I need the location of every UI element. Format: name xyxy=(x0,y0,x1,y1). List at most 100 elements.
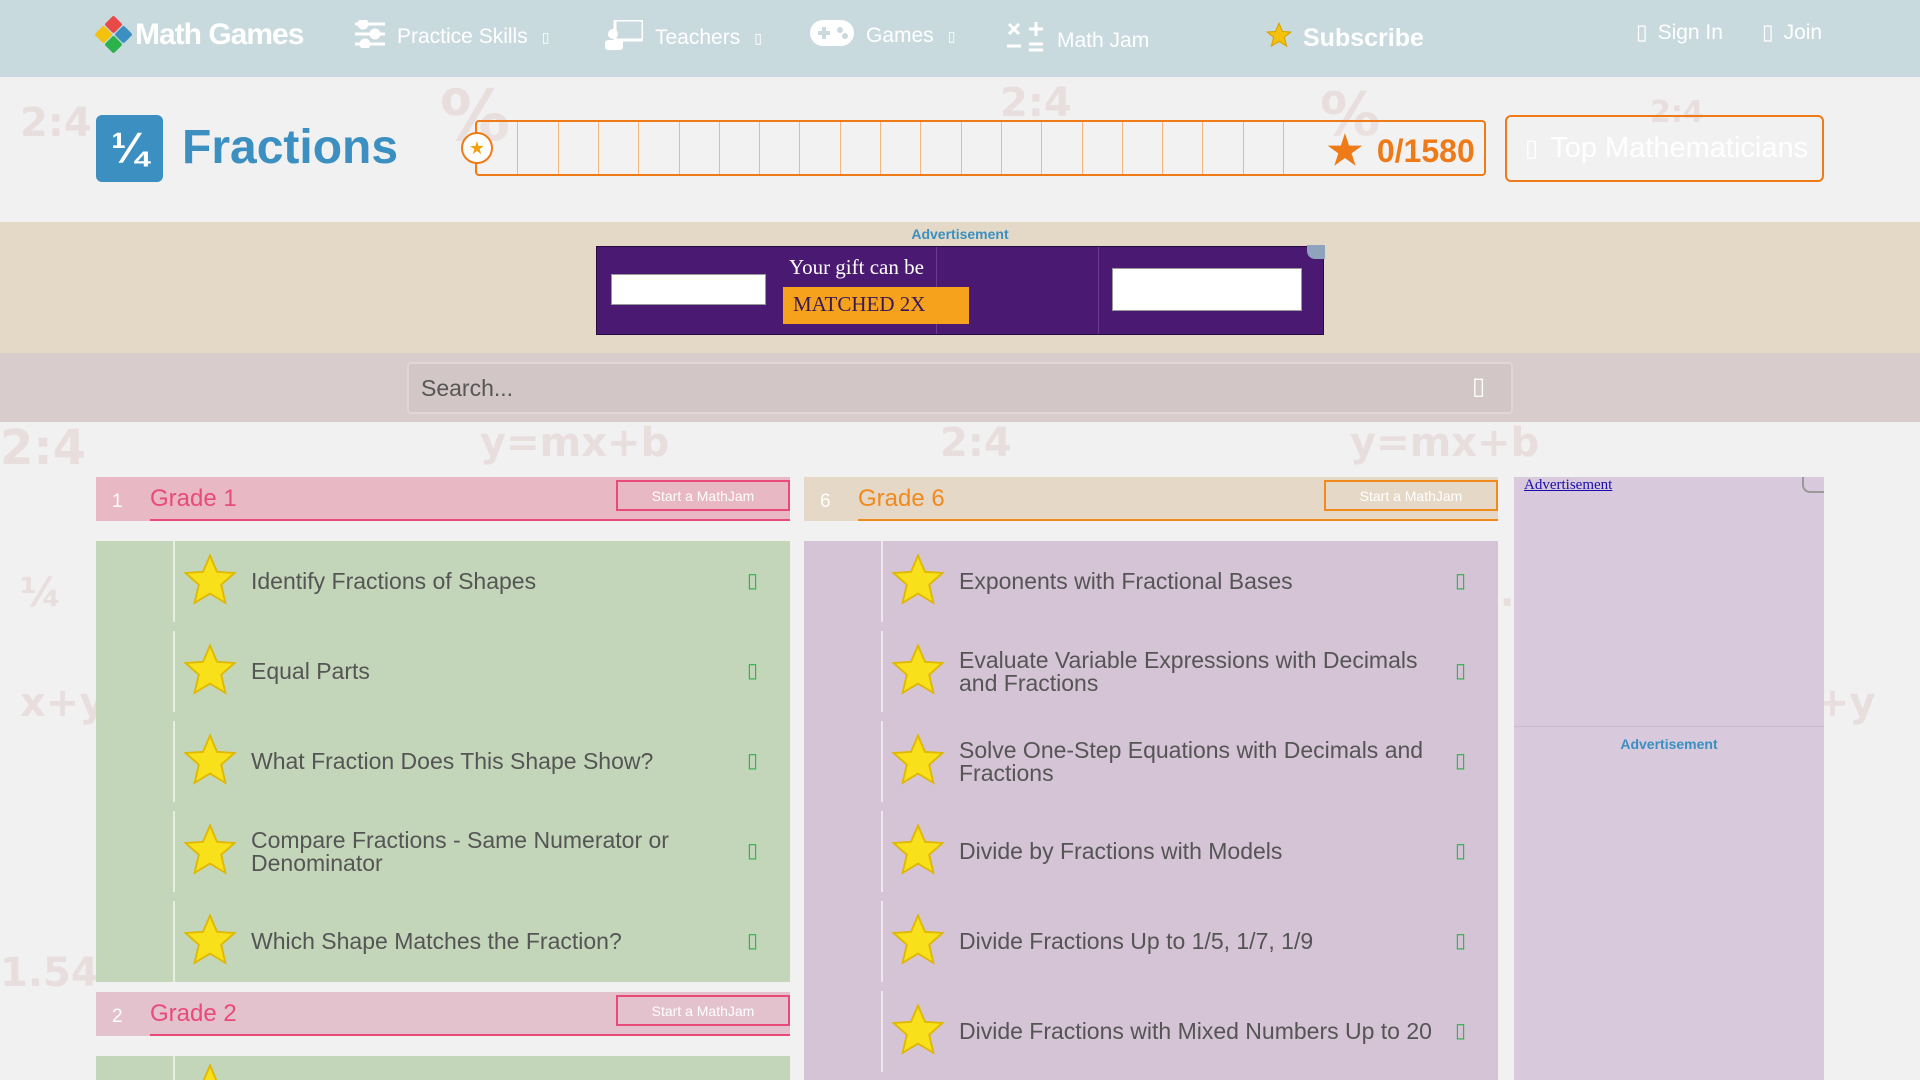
progress-segment xyxy=(1202,122,1204,174)
grade-underline xyxy=(150,1034,790,1036)
nav-teachers[interactable]: Teachers ▯ xyxy=(605,18,762,56)
score-star-icon: ★ xyxy=(1327,129,1363,173)
list-item[interactable]: Solve One-Step Equations with Decimals a… xyxy=(804,721,1498,802)
list-item[interactable]: Equal Parts ▯ xyxy=(96,631,790,712)
progress-segment xyxy=(597,122,599,174)
sign-in-label: Sign In xyxy=(1657,20,1723,44)
nav-math-jam[interactable]: Math Jam xyxy=(1005,20,1149,62)
ad-image xyxy=(611,274,766,305)
ad-text-line2: MATCHED 2X xyxy=(783,287,969,324)
skill-list xyxy=(96,1056,790,1080)
skill-name[interactable]: Compare Fractions - Same Numerator or De… xyxy=(251,829,711,875)
sign-in-link[interactable]: ▯ Sign In xyxy=(1636,20,1723,45)
list-item[interactable]: Exponents with Fractional Bases ▯ xyxy=(804,541,1498,622)
grade-underline xyxy=(150,519,790,521)
subscribe-label: Subscribe xyxy=(1303,24,1424,52)
start-mathjam-button[interactable]: Start a MathJam xyxy=(616,995,790,1026)
skill-name[interactable]: Evaluate Variable Expressions with Decim… xyxy=(959,649,1439,695)
list-item[interactable]: Divide Fractions with Mixed Numbers Up t… xyxy=(804,991,1498,1072)
skill-name[interactable]: Divide Fractions Up to 1/5, 1/7, 1/9 xyxy=(959,930,1313,953)
logo-text: Math Games xyxy=(135,18,304,51)
grade-header: 2 Grade 2 Start a MathJam xyxy=(96,992,790,1036)
list-item[interactable]: Which Shape Matches the Fraction? ▯ xyxy=(96,901,790,982)
ad-banner[interactable]: Your gift can be MATCHED 2X xyxy=(596,245,1325,335)
progress-star-icon: ★ xyxy=(461,132,493,164)
check-icon: ▯ xyxy=(747,660,759,682)
join-link[interactable]: ▯ Join xyxy=(1762,20,1822,45)
list-item[interactable]: Evaluate Variable Expressions with Decim… xyxy=(804,631,1498,712)
row-divider xyxy=(173,721,175,802)
skill-name[interactable]: Equal Parts xyxy=(251,660,370,683)
skill-name[interactable]: Divide by Fractions with Models xyxy=(959,840,1282,863)
row-divider xyxy=(173,811,175,892)
sidebar-ad[interactable]: Advertisement Advertisement xyxy=(1514,477,1824,1080)
skill-name[interactable]: Identify Fractions of Shapes xyxy=(251,570,536,593)
ad-close-icon[interactable] xyxy=(1307,245,1325,259)
row-divider xyxy=(881,541,883,622)
skill-name[interactable]: Which Shape Matches the Fraction? xyxy=(251,930,622,953)
star-icon xyxy=(202,1063,218,1080)
progress-segment xyxy=(517,122,519,174)
progress-segment xyxy=(1041,122,1043,174)
star-icon xyxy=(891,1003,945,1055)
progress-segment xyxy=(839,122,841,174)
grade-number: 2 xyxy=(112,1006,123,1027)
grade-panel-1: 1 Grade 1 Start a MathJam Identify Fract… xyxy=(96,477,790,982)
chevron-down-icon: ▯ xyxy=(754,29,762,46)
gamepad-icon xyxy=(810,20,854,52)
search-icon[interactable]: ▯ xyxy=(1472,372,1485,401)
skill-name[interactable]: Solve One-Step Equations with Decimals a… xyxy=(959,739,1439,785)
row-divider xyxy=(173,541,175,622)
nav-games[interactable]: Games ▯ xyxy=(810,20,955,52)
start-mathjam-button[interactable]: Start a MathJam xyxy=(616,480,790,511)
list-item[interactable]: Divide by Fractions with Models ▯ xyxy=(804,811,1498,892)
search-input[interactable] xyxy=(407,362,1513,414)
progress-segment xyxy=(880,122,881,174)
list-item[interactable]: What Fraction Does This Shape Show? ▯ xyxy=(96,721,790,802)
ad-image xyxy=(1112,268,1302,311)
skill-list: Exponents with Fractional Bases ▯ Evalua… xyxy=(804,541,1498,1080)
star-icon xyxy=(183,553,237,605)
top-mathematicians-button[interactable]: ▯ Top Mathematicians xyxy=(1505,115,1824,182)
row-divider xyxy=(881,721,883,802)
check-icon: ▯ xyxy=(747,840,759,862)
top-mathematicians-label: Top Mathematicians xyxy=(1550,132,1809,164)
ad-label: Advertisement xyxy=(1620,736,1718,752)
star-icon xyxy=(183,643,237,695)
progress-segment xyxy=(638,122,640,174)
check-icon: ▯ xyxy=(747,930,759,952)
star-icon xyxy=(891,553,945,605)
progress-segment xyxy=(920,122,922,174)
row-divider xyxy=(173,631,175,712)
progress-segment xyxy=(960,122,962,174)
progress-segment xyxy=(759,122,761,174)
skill-name[interactable]: Exponents with Fractional Bases xyxy=(959,570,1293,593)
teacher-icon xyxy=(605,18,645,56)
list-item[interactable]: Divide Fractions Up to 1/5, 1/7, 1/9 ▯ xyxy=(804,901,1498,982)
row-divider xyxy=(173,1056,175,1080)
ad-link[interactable]: Advertisement xyxy=(1524,477,1612,494)
star-icon xyxy=(891,733,945,785)
nav-practice-skills[interactable]: Practice Skills ▯ xyxy=(355,18,549,54)
progress-segment xyxy=(678,122,680,174)
ad-close-icon[interactable] xyxy=(1802,477,1824,493)
star-icon xyxy=(183,913,237,965)
grade-header: 6 Grade 6 Start a MathJam xyxy=(804,477,1498,521)
start-mathjam-button[interactable]: Start a MathJam xyxy=(1324,480,1498,511)
progress-segment xyxy=(1081,122,1083,174)
math-jam-icon xyxy=(1005,20,1045,62)
subscribe-button[interactable]: Subscribe xyxy=(1265,21,1424,56)
site-logo[interactable]: Math Games xyxy=(94,15,304,54)
ad-divider xyxy=(1098,247,1099,334)
ad-divider xyxy=(1514,726,1824,727)
skill-name[interactable]: Divide Fractions with Mixed Numbers Up t… xyxy=(959,1020,1432,1043)
check-icon: ▯ xyxy=(1455,660,1467,682)
list-item[interactable]: Compare Fractions - Same Numerator or De… xyxy=(96,811,790,892)
star-icon xyxy=(183,823,237,875)
check-icon: ▯ xyxy=(1455,570,1467,592)
skill-list: Identify Fractions of Shapes ▯ Equal Par… xyxy=(96,541,790,982)
top-navigation: Math Games Practice Skills ▯ Teachers ▯ … xyxy=(0,0,1920,77)
skill-name[interactable]: What Fraction Does This Shape Show? xyxy=(251,750,653,773)
list-item[interactable]: Identify Fractions of Shapes ▯ xyxy=(96,541,790,622)
grade-title: Grade 2 xyxy=(150,1000,237,1027)
